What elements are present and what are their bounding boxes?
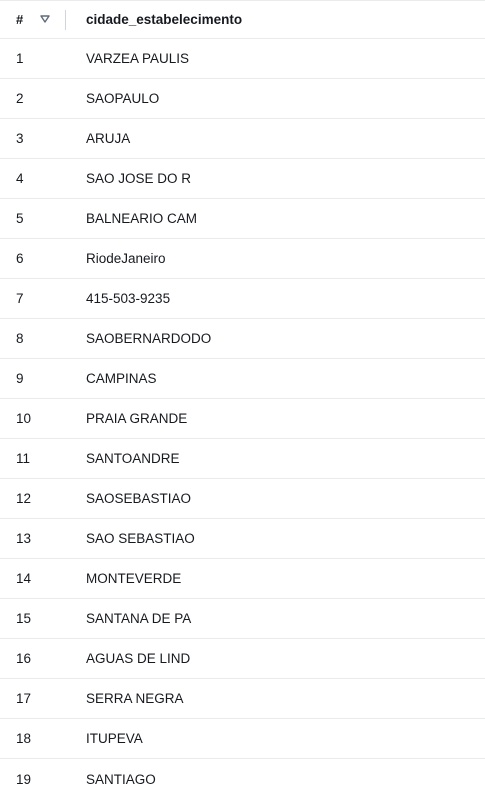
- table-row: 2 SAOPAULO: [0, 79, 485, 119]
- table-row: 6 RiodeJaneiro: [0, 239, 485, 279]
- row-number-cell: 11: [16, 451, 31, 466]
- table-row: 13 SAO SEBASTIAO: [0, 519, 485, 559]
- row-number-cell: 7: [16, 291, 24, 306]
- cidade-estabelecimento-cell: SAOSEBASTIAO: [86, 491, 192, 506]
- row-number-cell: 9: [16, 371, 24, 386]
- table-row: 16 AGUAS DE LIND: [0, 639, 485, 679]
- cidade-estabelecimento-cell: SAO SEBASTIAO: [86, 531, 195, 546]
- cidade-estabelecimento-cell: SAOPAULO: [86, 91, 160, 106]
- row-number-cell: 19: [16, 771, 32, 787]
- cidade-estabelecimento-cell: RiodeJaneiro: [86, 251, 166, 266]
- row-number-cell: 18: [16, 731, 32, 746]
- sort-triangle-down-icon[interactable]: [40, 14, 50, 24]
- cidade-estabelecimento-cell: PRAIA GRANDE: [86, 411, 188, 426]
- cidade-estabelecimento-cell: BALNEARIO CAM: [86, 211, 198, 226]
- cidade-estabelecimento-cell: ITUPEVA: [86, 731, 143, 746]
- cidade-estabelecimento-cell: SAO JOSE DO R: [86, 171, 192, 186]
- row-number-cell: 8: [16, 331, 24, 346]
- table-row: 17 SERRA NEGRA: [0, 679, 485, 719]
- table-row: 15 SANTANA DE PA: [0, 599, 485, 639]
- cidade-estabelecimento-cell: SAOBERNARDODO: [86, 331, 212, 346]
- cidade-estabelecimento-cell: SANTOANDRE: [86, 451, 180, 466]
- table-header: # cidade_estabelecimento: [0, 1, 485, 39]
- table-row: 9 CAMPINAS: [0, 359, 485, 399]
- table-row: 10 PRAIA GRANDE: [0, 399, 485, 439]
- results-table: # cidade_estabelecimento 1 VARZEA PAULIS 2…: [0, 0, 485, 799]
- row-number-header-label: #: [16, 12, 24, 27]
- table-row: 7 415-503-9235: [0, 279, 485, 319]
- cidade-estabelecimento-cell: SANTANA DE PA: [86, 611, 192, 626]
- row-number-header[interactable]: #: [0, 1, 65, 38]
- cidade-estabelecimento-cell: ARUJA: [86, 131, 131, 146]
- table-row: 3 ARUJA: [0, 119, 485, 159]
- column-header-cidade-estabelecimento[interactable]: cidade_estabelecimento: [65, 12, 242, 27]
- table-row: 8 SAOBERNARDODO: [0, 319, 485, 359]
- row-number-cell: 17: [16, 691, 32, 706]
- cidade-estabelecimento-cell: VARZEA PAULIS: [86, 51, 190, 66]
- table-row: 4 SAO JOSE DO R: [0, 159, 485, 199]
- row-number-cell: 4: [16, 171, 24, 186]
- row-number-cell: 3: [16, 131, 24, 146]
- row-number-cell: 12: [16, 491, 32, 506]
- cidade-estabelecimento-cell: SERRA NEGRA: [86, 691, 184, 706]
- row-number-cell: 5: [16, 211, 24, 226]
- table-row: 14 MONTEVERDE: [0, 559, 485, 599]
- table-row: 18 ITUPEVA: [0, 719, 485, 759]
- table-body: 1 VARZEA PAULIS 2 SAOPAULO 3 ARUJA 4 SAO JOSE D…: [0, 39, 485, 799]
- row-number-cell: 10: [16, 411, 32, 426]
- cidade-estabelecimento-cell: CAMPINAS: [86, 371, 157, 386]
- table-row: 11 SANTOANDRE: [0, 439, 485, 479]
- table-row: 19 SANTIAGO: [0, 759, 485, 799]
- column-divider[interactable]: [65, 10, 66, 30]
- row-number-cell: 2: [16, 91, 24, 106]
- row-number-cell: 16: [16, 651, 32, 666]
- cidade-estabelecimento-cell: 415-503-9235: [86, 291, 171, 306]
- cidade-estabelecimento-cell: AGUAS DE LIND: [86, 651, 191, 666]
- table-row: 1 VARZEA PAULIS: [0, 39, 485, 79]
- row-number-cell: 15: [16, 611, 32, 626]
- row-number-cell: 13: [16, 531, 32, 546]
- row-number-cell: 1: [16, 51, 24, 66]
- table-row: 5 BALNEARIO CAM: [0, 199, 485, 239]
- cidade-estabelecimento-cell: MONTEVERDE: [86, 571, 182, 586]
- table-row: 12 SAOSEBASTIAO: [0, 479, 485, 519]
- row-number-cell: 6: [16, 251, 24, 266]
- cidade-estabelecimento-cell: SANTIAGO: [86, 771, 156, 787]
- row-number-cell: 14: [16, 571, 32, 586]
